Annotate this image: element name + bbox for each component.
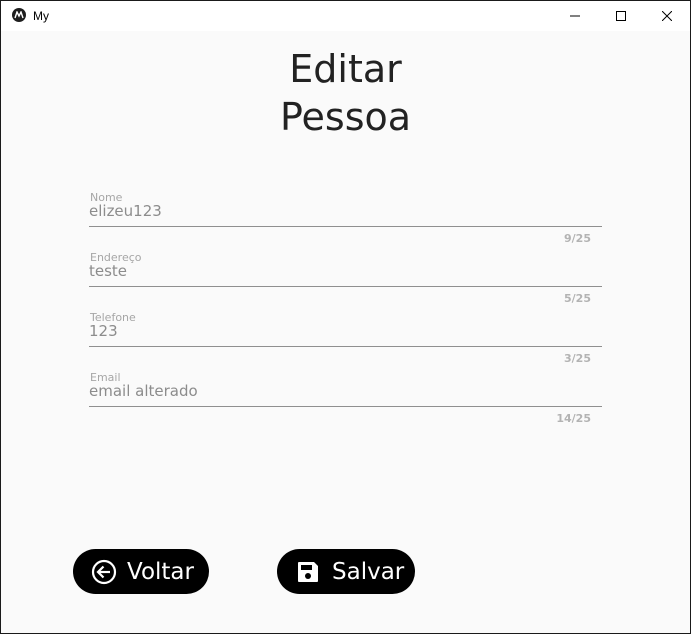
voltar-label: Voltar	[127, 558, 194, 585]
email-underline	[89, 406, 602, 407]
endereco-char-counter: 5/25	[564, 292, 591, 305]
page-title-line-1: Editar	[289, 47, 402, 91]
endereco-underline	[89, 286, 602, 287]
nome-underline	[89, 226, 602, 227]
endereco-input[interactable]: teste	[89, 262, 127, 280]
voltar-button[interactable]: Voltar	[73, 549, 209, 594]
endereco-field[interactable]: Endereço teste 5/25	[89, 251, 602, 307]
telefone-field[interactable]: Telefone 123 3/25	[89, 311, 602, 367]
nome-input[interactable]: elizeu123	[89, 202, 162, 220]
title-bar: My	[1, 1, 690, 31]
telefone-underline	[89, 346, 602, 347]
minimize-icon	[570, 15, 580, 17]
email-input[interactable]: email alterado	[89, 382, 198, 400]
telefone-input[interactable]: 123	[89, 322, 118, 340]
arrow-left-circle-icon	[91, 559, 117, 585]
window-title: My	[33, 9, 49, 23]
email-char-counter: 14/25	[556, 412, 591, 425]
telefone-char-counter: 3/25	[564, 352, 591, 365]
app-logo-icon	[12, 8, 26, 22]
page-title-line-2: Pessoa	[279, 95, 412, 139]
maximize-button[interactable]	[598, 1, 644, 31]
salvar-label: Salvar	[332, 558, 405, 585]
minimize-button[interactable]	[552, 1, 598, 31]
close-button[interactable]	[644, 1, 690, 31]
salvar-button[interactable]: Salvar	[277, 549, 415, 594]
app-window: My Editar Pessoa Nome elizeu123 9/25 End…	[0, 0, 691, 634]
floppy-disk-icon	[295, 559, 321, 585]
nome-field[interactable]: Nome elizeu123 9/25	[89, 191, 602, 247]
email-field[interactable]: Email email alterado 14/25	[89, 371, 602, 427]
nome-char-counter: 9/25	[564, 232, 591, 245]
close-icon	[662, 11, 672, 21]
maximize-icon	[616, 11, 626, 21]
page-title: Editar Pessoa	[1, 45, 690, 141]
